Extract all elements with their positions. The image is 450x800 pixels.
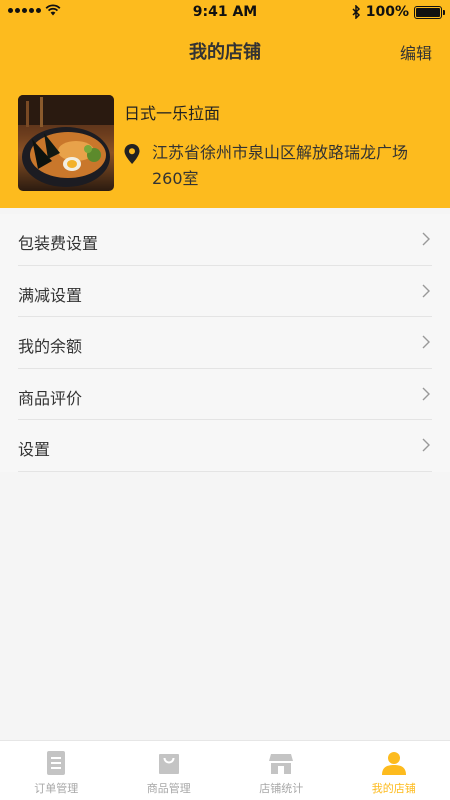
shop-image [18,95,114,191]
status-right: 100% [352,4,445,20]
menu-item-packaging-fee[interactable]: 包装费设置 [18,214,432,266]
shopping-bag-icon [158,754,179,774]
battery-icon [414,5,445,19]
menu-item-label: 我的余额 [18,337,83,356]
tab-label: 订单管理 [34,782,79,795]
tab-label: 商品管理 [146,782,191,795]
tab-products[interactable]: 商品管理 [113,741,226,800]
bluetooth-icon [352,5,360,19]
battery-percent: 100% [365,4,409,20]
status-bar: 9:41 AM 100% [0,0,450,24]
menu-item-discount[interactable]: 满减设置 [18,266,432,317]
page-title: 我的店铺 [189,42,261,63]
menu-item-label: 包装费设置 [18,234,99,253]
menu-item-label: 满减设置 [18,285,83,305]
location-pin-icon [124,144,140,164]
shop-name: 日式一乐拉面 [124,104,221,123]
tab-bar: 订单管理 商品管理 店铺统计 我的店铺 [0,740,450,800]
chevron-right-icon [422,284,430,297]
order-list-icon [47,751,66,775]
tab-my-store[interactable]: 我的店铺 [338,741,450,800]
storefront-icon [269,754,294,774]
chevron-right-icon [422,335,430,349]
menu-item-label: 设置 [18,440,51,459]
chevron-right-icon [422,387,430,400]
battery-fill [416,7,440,17]
menu-item-settings[interactable]: 设置 [18,420,432,472]
settings-menu: 包装费设置 满减设置 我的余额 商品评价 设置 [0,214,450,472]
edit-button[interactable]: 编辑 [400,40,432,64]
header: 9:41 AM 100% 我的店铺 编辑 日式一乐拉面 江苏省徐州市泉山区解放路… [0,0,450,208]
tab-orders[interactable]: 订单管理 [0,741,113,800]
chevron-right-icon [422,232,430,246]
menu-item-reviews[interactable]: 商品评价 [18,369,432,420]
tab-label: 我的店铺 [371,782,416,795]
tab-statistics[interactable]: 店铺统计 [225,741,338,800]
tab-label: 店铺统计 [259,782,304,795]
user-icon [381,752,406,775]
shop-address: 江苏省徐州市泉山区解放路瑞龙广场260室 [152,143,409,188]
chevron-right-icon [422,438,430,452]
menu-item-balance[interactable]: 我的余额 [18,317,432,369]
menu-item-label: 商品评价 [18,388,83,408]
